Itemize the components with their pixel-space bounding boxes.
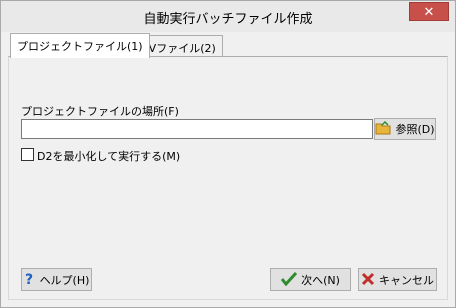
cancel-label: キャンセル bbox=[379, 273, 434, 287]
project-location-input[interactable] bbox=[21, 119, 373, 139]
tab-panel-project: プロジェクトファイルの場所(F) 参照(D) D2を最小化して実行する(M) ? bbox=[8, 56, 448, 300]
tab-strip: プロジェクトファイル(1) CSVファイル(2) bbox=[8, 33, 448, 58]
dialog-window: 自動実行バッチファイル作成 ✕ プロジェクトファイル(1) CSVファイル(2)… bbox=[0, 0, 456, 308]
next-button[interactable]: 次へ(N) bbox=[270, 268, 351, 291]
title-bar: 自動実行バッチファイル作成 ✕ bbox=[1, 1, 455, 32]
help-icon: ? bbox=[24, 272, 36, 288]
close-button[interactable]: ✕ bbox=[409, 2, 449, 21]
browse-label: 参照(D) bbox=[395, 123, 435, 136]
folder-icon bbox=[375, 120, 391, 137]
next-label: 次へ(N) bbox=[301, 273, 340, 287]
cancel-x-icon bbox=[361, 272, 375, 288]
help-label: ヘルプ(H) bbox=[39, 273, 90, 287]
cancel-button[interactable]: キャンセル bbox=[358, 268, 437, 291]
browse-button[interactable]: 参照(D) bbox=[374, 118, 436, 140]
location-label: プロジェクトファイルの場所(F) bbox=[21, 105, 179, 118]
help-button[interactable]: ? ヘルプ(H) bbox=[21, 268, 92, 291]
dialog-body: プロジェクトファイル(1) CSVファイル(2) プロジェクトファイルの場所(F… bbox=[8, 32, 448, 300]
tab-project-file-label: プロジェクトファイル(1) bbox=[17, 40, 143, 53]
tab-project-file[interactable]: プロジェクトファイル(1) bbox=[10, 33, 150, 58]
close-icon: ✕ bbox=[423, 5, 435, 20]
window-title: 自動実行バッチファイル作成 bbox=[143, 12, 313, 27]
minimize-checkbox[interactable] bbox=[21, 148, 34, 161]
svg-text:?: ? bbox=[25, 272, 33, 286]
checkmark-icon bbox=[280, 271, 298, 288]
minimize-label: D2を最小化して実行する(M) bbox=[37, 150, 181, 163]
